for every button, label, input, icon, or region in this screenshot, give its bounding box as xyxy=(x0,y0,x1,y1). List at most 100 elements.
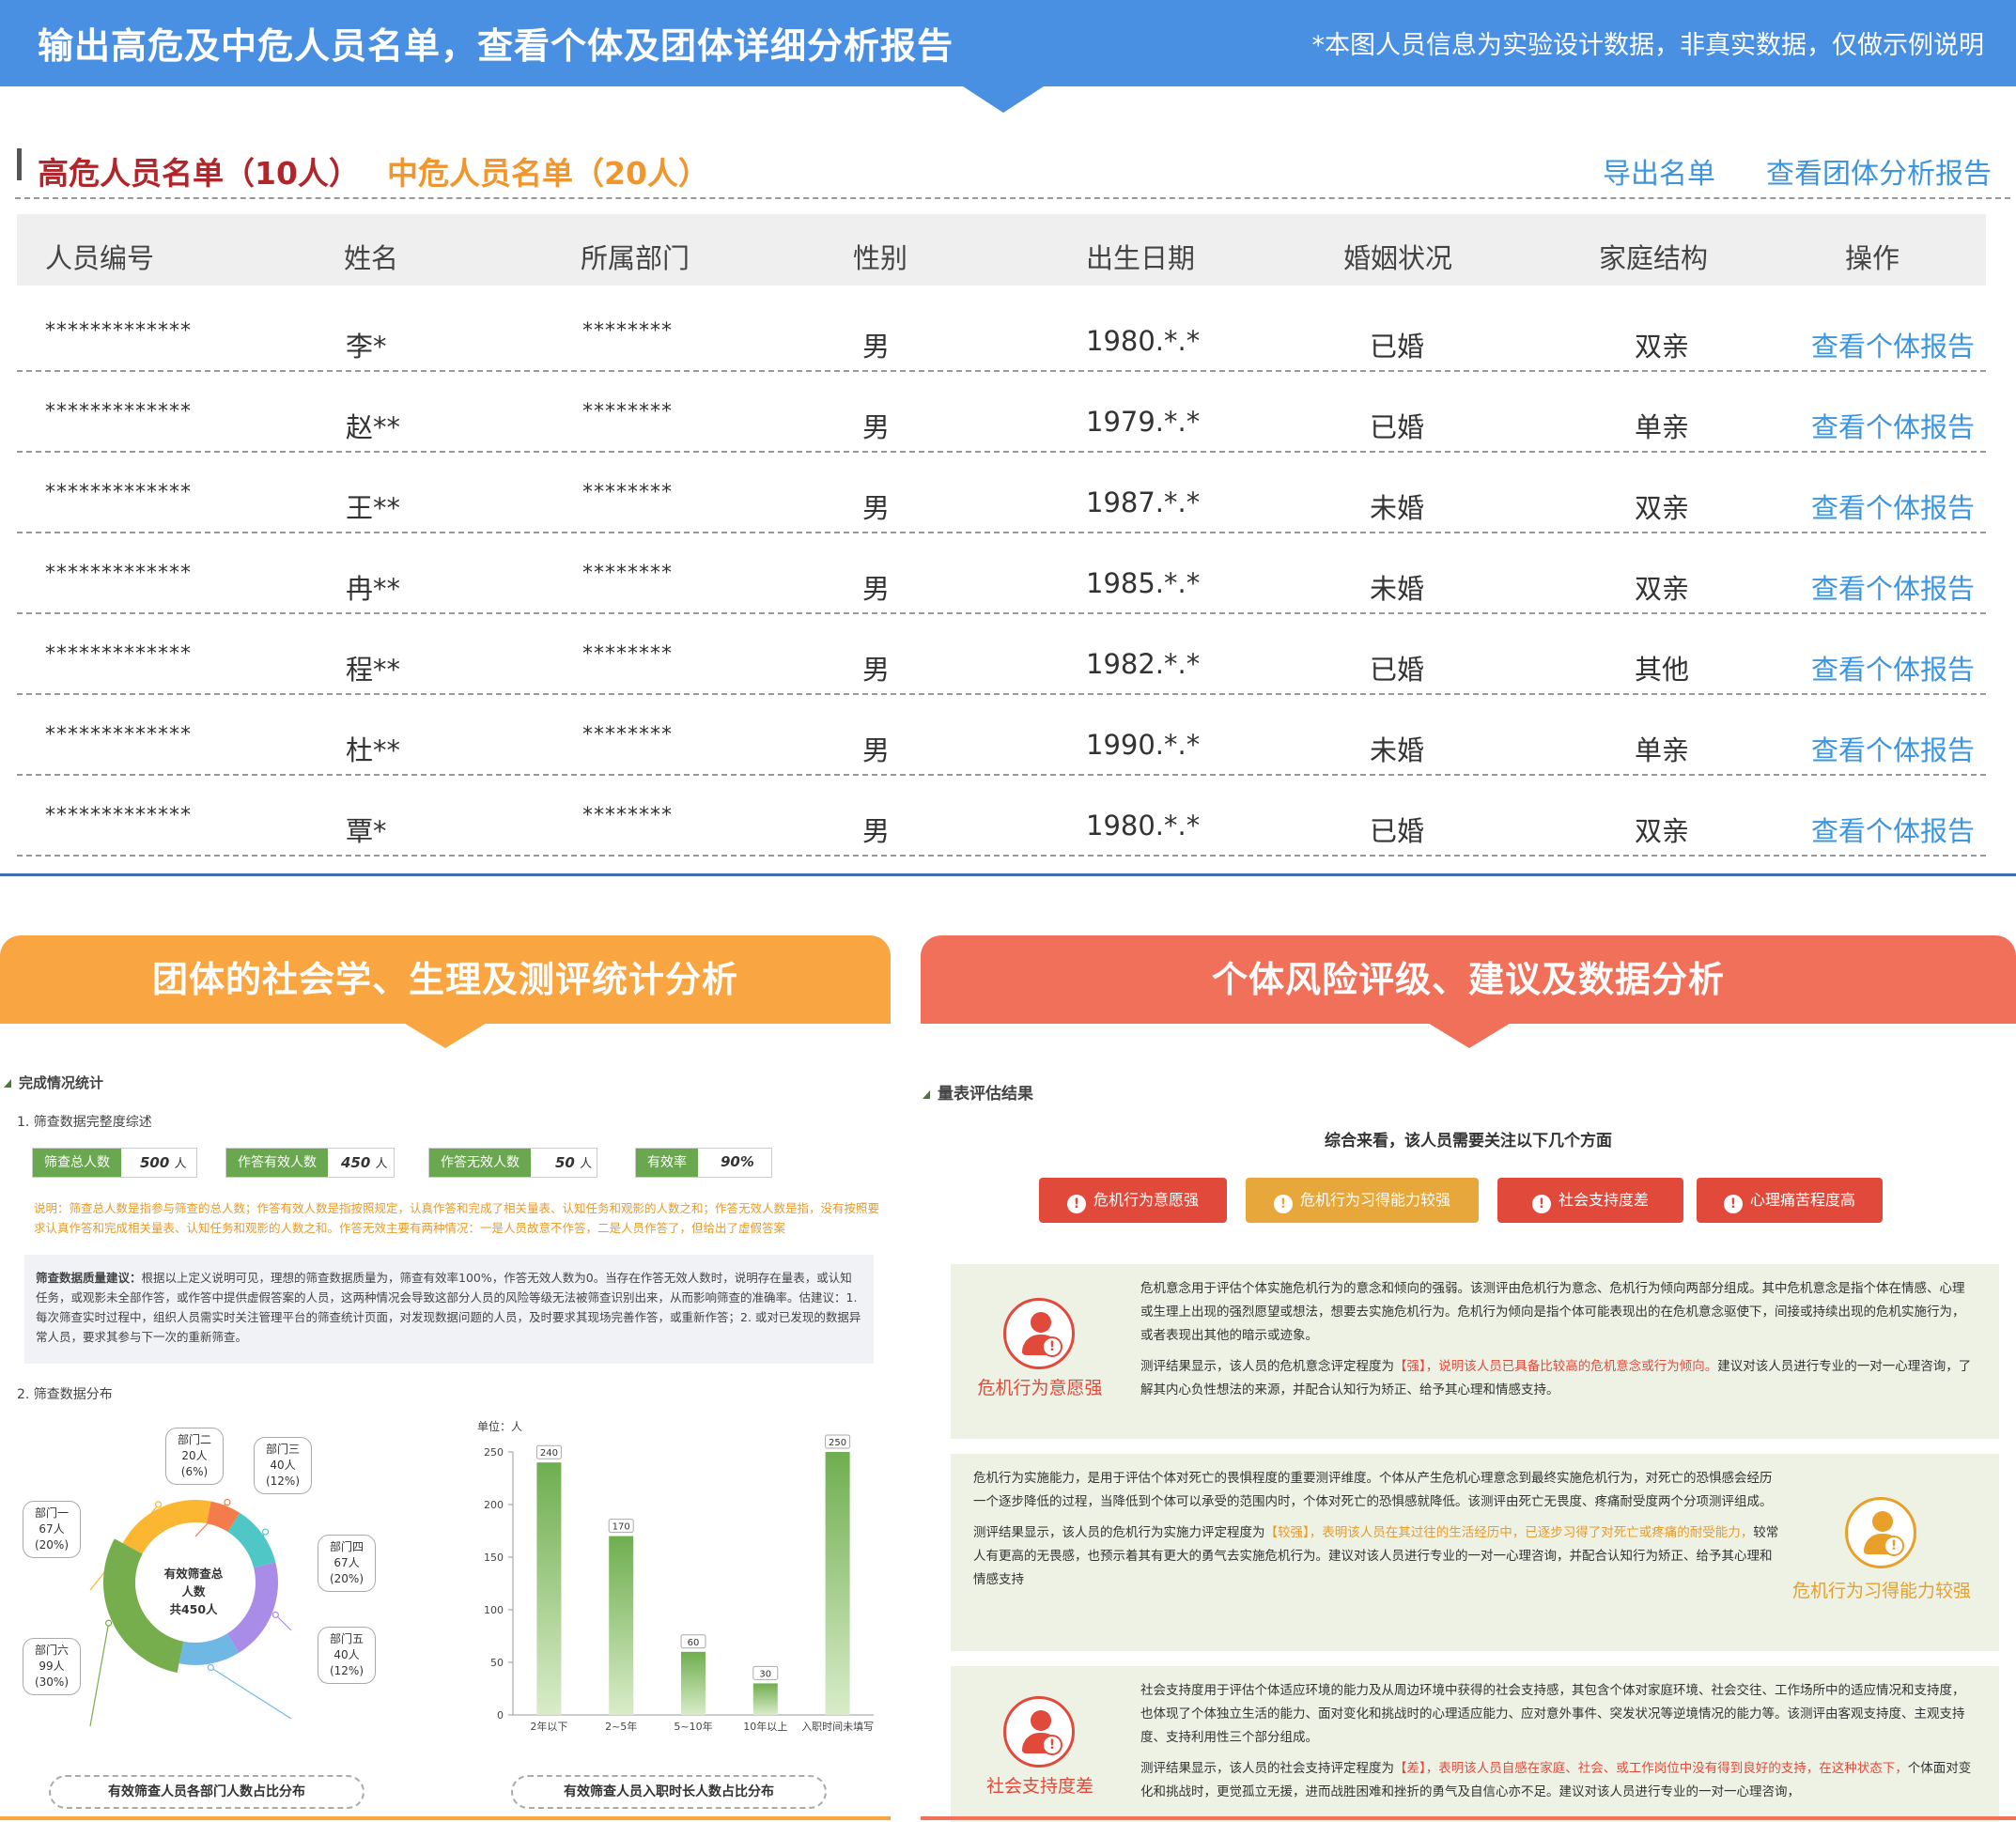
bar-chart: 0 50 100 150 200 250 240 2年以下 170 2~5年 60 5~10年 30 10… xyxy=(484,1434,874,1733)
banner-title: 输出高危及中危人员名单，查看个体及团体详细分析报告 xyxy=(38,25,954,67)
card-text: 危机行为实施能力，是用于评估个体对死亡的畏惧程度的重要测评维度。个体从产生危机心… xyxy=(973,1467,1781,1592)
donut-label-dept6: 部门六 99人 (30%) xyxy=(23,1638,81,1695)
stat-number: 500 xyxy=(140,1154,170,1171)
left-bottom-bar xyxy=(0,1816,891,1820)
dept-name: 部门三 xyxy=(265,1443,300,1456)
bar-1 xyxy=(536,1462,562,1715)
definition-note: 说明：筛查总人数是指参与筛查的总人数；作答有效人数是指按照规定，认真作答和完成了… xyxy=(34,1201,880,1235)
risk-label: 危机行为意愿强 xyxy=(977,1378,1103,1398)
result-prefix: 测评结果显示，该人员的社会支持评定程度为 xyxy=(1140,1761,1394,1776)
cell-gender: 男 xyxy=(862,573,891,605)
bar-category-label: 5~10年 xyxy=(674,1720,712,1733)
cell-marital: 未婚 xyxy=(1370,492,1425,524)
dept-count: 99人 xyxy=(39,1660,65,1673)
banner-arrow xyxy=(960,85,1047,113)
cell-dept: ******** xyxy=(582,319,673,343)
cell-name: 覃* xyxy=(346,815,387,847)
triangle-icon xyxy=(923,1090,930,1099)
cell-gender: 男 xyxy=(862,331,891,363)
cell-dept: ******** xyxy=(582,481,673,504)
cell-name: 王** xyxy=(346,492,401,524)
cell-family: 双亲 xyxy=(1635,492,1690,524)
donut-segment-1 xyxy=(122,1500,211,1554)
table-row: ************* 覃* ******** 男 1980.*.* 已婚 … xyxy=(17,776,1986,857)
cell-marital: 已婚 xyxy=(1370,815,1425,847)
table-row: ************* 王** ******** 男 1987.*.* 未婚… xyxy=(17,453,1986,533)
donut-center-line: 共450人 xyxy=(169,1602,218,1616)
bar-2 xyxy=(609,1536,634,1715)
view-individual-report-link[interactable]: 查看个体报告 xyxy=(1811,648,1975,687)
cell-family: 单亲 xyxy=(1635,411,1690,443)
icon-head xyxy=(1031,1312,1051,1333)
y-tick-label: 50 xyxy=(490,1657,504,1669)
col-header-name: 姓名 xyxy=(344,242,399,274)
risk-label: 危机行为习得能力较强 xyxy=(1791,1581,1971,1601)
view-individual-report-link[interactable]: 查看个体报告 xyxy=(1811,406,1975,445)
tab-high-risk-list[interactable]: 高危人员名单（10人） xyxy=(38,148,360,193)
cell-name: 程** xyxy=(346,654,401,686)
cell-gender: 男 xyxy=(862,654,891,686)
cell-id: ************* xyxy=(45,723,192,747)
tab-marker xyxy=(17,148,22,180)
group-report-link[interactable]: 查看团体分析报告 xyxy=(1766,150,1992,192)
quality-title: 筛查数据质量建议： xyxy=(36,1271,142,1285)
card-result: 测评结果显示，该人员的社会支持评定程度为【差】，表明该人员自感在家庭、社会、或工… xyxy=(1140,1757,1977,1804)
screenshot-root: 输出高危及中危人员名单，查看个体及团体详细分析报告 *本图人员信息为实验设计数据… xyxy=(0,0,2016,1822)
cell-birth: 1987.*.* xyxy=(1086,486,1201,518)
donut-leader-dot xyxy=(261,1528,270,1536)
donut-label-dept2: 部门二 20人 (6%) xyxy=(165,1428,224,1485)
stat-value: 50 人 xyxy=(555,1153,592,1171)
cell-marital: 已婚 xyxy=(1370,411,1425,443)
donut-leader-dot xyxy=(155,1501,163,1508)
col-header-birth: 出生日期 xyxy=(1086,242,1196,274)
table-header: 人员编号 姓名 所属部门 性别 出生日期 婚姻状况 家庭结构 操作 xyxy=(17,214,1986,286)
risk-person-icon: ! xyxy=(1845,1497,1916,1568)
icon-exclaim: ! xyxy=(1042,1336,1062,1357)
bar-5 xyxy=(825,1452,850,1715)
view-individual-report-link[interactable]: 查看个体报告 xyxy=(1811,486,1975,526)
cell-gender: 男 xyxy=(862,492,891,524)
card-text: 社会支持度用于评估个体适应环境的能力及从周边环境中获得的社会支持感，其包含个体对… xyxy=(1140,1679,1977,1804)
dept-percent: (12%) xyxy=(265,1475,301,1488)
export-list-link[interactable]: 导出名单 xyxy=(1603,150,1715,192)
cell-name: 李* xyxy=(346,331,387,363)
bar-category-label: 入职时间未填写 xyxy=(801,1720,874,1733)
dept-count: 40人 xyxy=(333,1648,360,1661)
donut-leader-dot xyxy=(271,1611,279,1618)
cell-id: ************* xyxy=(45,400,192,424)
stat-value: 90% xyxy=(721,1153,754,1170)
right-section-header: 个体风险评级、建议及数据分析 xyxy=(921,935,2016,1024)
view-individual-report-link[interactable]: 查看个体报告 xyxy=(1811,325,1975,364)
y-tick-label: 0 xyxy=(497,1709,504,1722)
cell-birth: 1982.*.* xyxy=(1086,648,1201,680)
cell-marital: 已婚 xyxy=(1370,331,1425,363)
tab-mid-risk-list[interactable]: 中危人员名单（20人） xyxy=(387,148,709,193)
completeness-subtitle: 1. 筛查数据完整度综述 xyxy=(17,1115,152,1130)
cell-dept: ******** xyxy=(582,804,673,827)
card-paragraph: 危机行为实施能力，是用于评估个体对死亡的畏惧程度的重要测评维度。个体从产生危机心… xyxy=(973,1471,1773,1509)
cell-family: 双亲 xyxy=(1635,815,1690,847)
view-individual-report-link[interactable]: 查看个体报告 xyxy=(1811,729,1975,768)
donut-leader-dot xyxy=(207,1663,214,1672)
badge-label: 危机行为意愿强 xyxy=(1093,1191,1199,1209)
donut-caption: 有效筛查人员各部门人数占比分布 xyxy=(49,1775,364,1809)
stat-total: 筛查总人数 500 人 xyxy=(32,1148,197,1178)
view-individual-report-link[interactable]: 查看个体报告 xyxy=(1811,810,1975,849)
icon-head xyxy=(1031,1710,1051,1731)
bar-value-label: 60 xyxy=(688,1638,700,1648)
cell-family: 单亲 xyxy=(1635,734,1690,766)
bar-unit-label: 单位：人 xyxy=(477,1420,523,1433)
cell-marital: 未婚 xyxy=(1370,573,1425,605)
donut-label-dept3: 部门三 40人 (12%) xyxy=(254,1437,312,1494)
cell-birth: 1980.*.* xyxy=(1086,325,1201,357)
cell-birth: 1979.*.* xyxy=(1086,406,1201,438)
dept-count: 67人 xyxy=(333,1556,360,1569)
dept-percent: (30%) xyxy=(34,1675,70,1689)
assessment-card-intent: ! 危机行为意愿强 危机意念用于评估个体实施危机行为的意念和倾向的强弱。该测评由… xyxy=(951,1264,1999,1439)
left-section-header: 团体的社会学、生理及测评统计分析 xyxy=(0,935,891,1024)
view-individual-report-link[interactable]: 查看个体报告 xyxy=(1811,567,1975,607)
icon-exclaim: ! xyxy=(1884,1536,1904,1556)
cell-dept: ******** xyxy=(582,723,673,747)
dept-percent: (12%) xyxy=(329,1664,364,1677)
col-header-family: 家庭结构 xyxy=(1599,242,1709,274)
